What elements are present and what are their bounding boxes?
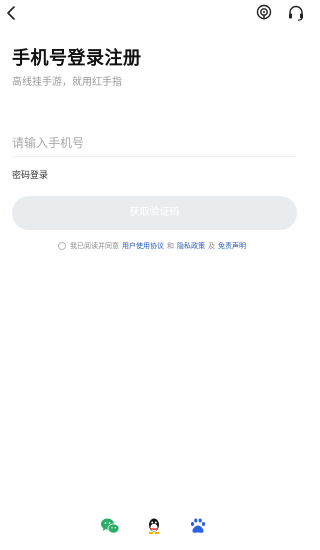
agreement-and: 和 bbox=[167, 242, 174, 250]
agreement-and2: 及 bbox=[208, 242, 215, 250]
agreement-prefix: 我已阅读并同意 bbox=[70, 242, 119, 250]
agreement-row: 我已阅读并同意 用户使用协议 和 隐私政策 及 免责声明 bbox=[58, 240, 246, 252]
baidu-icon[interactable] bbox=[187, 515, 209, 537]
disclaimer-link[interactable]: 免责声明 bbox=[218, 241, 246, 251]
top-bar bbox=[0, 0, 309, 28]
page-title: 手机号登录注册 bbox=[12, 48, 142, 69]
phone-input[interactable] bbox=[12, 129, 296, 157]
page-subtitle: 高线挂手游，就用红手指 bbox=[12, 77, 122, 88]
agreement-checkbox[interactable] bbox=[58, 242, 66, 250]
qq-icon[interactable] bbox=[143, 515, 165, 537]
get-code-button[interactable]: 获取验证码 bbox=[12, 196, 297, 230]
wechat-icon[interactable] bbox=[99, 515, 121, 537]
privacy-policy-link[interactable]: 隐私政策 bbox=[177, 241, 205, 251]
password-login-link[interactable]: 密码登录 bbox=[12, 168, 48, 181]
podcast-icon[interactable] bbox=[255, 4, 273, 22]
user-agreement-link[interactable]: 用户使用协议 bbox=[122, 241, 164, 251]
chevron-left-icon[interactable] bbox=[3, 4, 21, 22]
headset-icon[interactable] bbox=[287, 4, 305, 22]
